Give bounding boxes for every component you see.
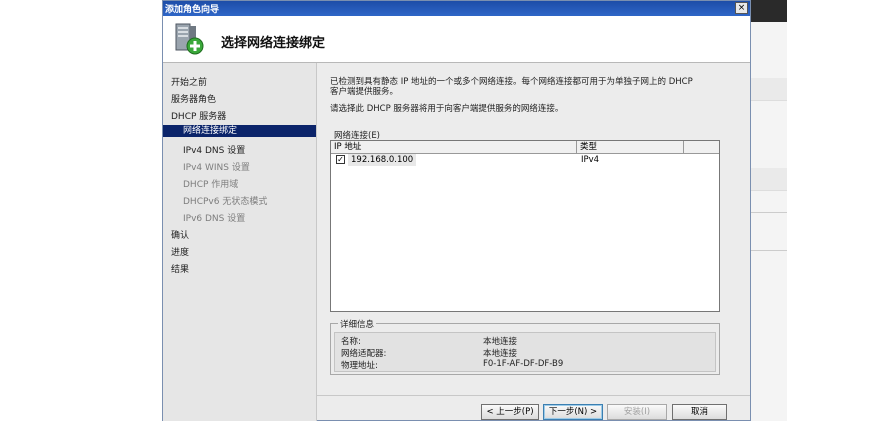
close-button[interactable]: × bbox=[735, 2, 748, 14]
background-divider bbox=[751, 212, 787, 213]
page-title: 选择网络连接绑定 bbox=[221, 36, 326, 51]
list-item[interactable]: ✓ 192.168.0.100 IPv4 bbox=[331, 154, 719, 166]
window-title: 添加角色向导 bbox=[165, 5, 220, 15]
footer-divider bbox=[316, 395, 750, 396]
background-titlebar bbox=[751, 0, 787, 22]
nav-item-server-roles[interactable]: 服务器角色 bbox=[171, 92, 216, 105]
background-window-edge bbox=[751, 0, 787, 421]
details-panel: 名称: 本地连接 网络适配器: 本地连接 物理地址: F0-1F-AF-DF-D… bbox=[334, 332, 716, 372]
background-band bbox=[751, 78, 787, 101]
nav-item-dhcpv6-stateless: DHCPv6 无状态模式 bbox=[183, 197, 268, 207]
title-bar[interactable]: 添加角色向导 × bbox=[163, 1, 750, 16]
nav-item-before-you-begin[interactable]: 开始之前 bbox=[171, 75, 207, 88]
description-line-2: 客户端提供服务。 bbox=[330, 87, 399, 97]
details-legend: 详细信息 bbox=[338, 318, 377, 330]
column-header-type[interactable]: 类型 bbox=[577, 141, 684, 153]
next-button[interactable]: 下一步(N) > bbox=[543, 404, 603, 420]
description-instruction: 请选择此 DHCP 服务器将用于向客户端提供服务的网络连接。 bbox=[330, 104, 564, 114]
nav-item-ipv4-wins: IPv4 WINS 设置 bbox=[183, 163, 250, 173]
nav-item-progress[interactable]: 进度 bbox=[171, 245, 189, 258]
back-button[interactable]: < 上一步(P) bbox=[481, 404, 539, 420]
details-group: 详细信息 名称: 本地连接 网络适配器: 本地连接 物理地址: F0-1F-AF… bbox=[330, 318, 720, 375]
detail-value-mac: F0-1F-AF-DF-DF-B9 bbox=[483, 359, 564, 369]
nav-item-results[interactable]: 结果 bbox=[171, 262, 189, 275]
cancel-button[interactable]: 取消 bbox=[672, 404, 727, 420]
background-band bbox=[751, 168, 787, 191]
install-button: 安装(I) bbox=[607, 404, 667, 420]
detail-value-name: 本地连接 bbox=[483, 337, 518, 347]
detail-label-mac: 物理地址: bbox=[341, 361, 378, 371]
checkmark-icon: ✓ bbox=[337, 155, 344, 164]
nav-item-dhcp-server[interactable]: DHCP 服务器 bbox=[171, 109, 226, 122]
connection-type: IPv4 bbox=[581, 155, 600, 165]
nav-item-network-binding[interactable]: 网络连接绑定 bbox=[163, 125, 316, 137]
nav-item-ipv6-dns: IPv6 DNS 设置 bbox=[183, 214, 246, 224]
detail-label-name: 名称: bbox=[341, 337, 361, 347]
close-icon: × bbox=[737, 3, 746, 13]
server-role-add-icon bbox=[175, 23, 204, 55]
connection-ip: 192.168.0.100 bbox=[348, 154, 417, 166]
wizard-header: 选择网络连接绑定 bbox=[163, 16, 750, 63]
detail-label-adapter: 网络适配器: bbox=[341, 349, 387, 359]
detail-value-adapter: 本地连接 bbox=[483, 349, 518, 359]
network-connections-list[interactable]: IP 地址 类型 ✓ 192.168.0.100 IPv4 bbox=[330, 140, 720, 312]
nav-item-dhcp-scopes: DHCP 作用域 bbox=[183, 180, 239, 190]
column-header-ip[interactable]: IP 地址 bbox=[331, 141, 577, 153]
background-divider bbox=[751, 250, 787, 251]
description-line-1: 已检测到具有静态 IP 地址的一个或多个网络连接。每个网络连接都可用于为单独子网… bbox=[330, 77, 693, 87]
list-header: IP 地址 类型 bbox=[331, 141, 719, 154]
wizard-nav: 开始之前 服务器角色 DHCP 服务器 网络连接绑定 IPv4 DNS 设置 I… bbox=[163, 63, 317, 421]
connection-checkbox[interactable]: ✓ bbox=[336, 155, 345, 164]
nav-item-confirmation[interactable]: 确认 bbox=[171, 228, 189, 241]
add-roles-wizard-window: 添加角色向导 × 选择网络连接绑定 开始之前 服务器角色 DHCP 服务器 网络… bbox=[162, 0, 751, 421]
nav-item-ipv4-dns[interactable]: IPv4 DNS 设置 bbox=[183, 143, 245, 156]
